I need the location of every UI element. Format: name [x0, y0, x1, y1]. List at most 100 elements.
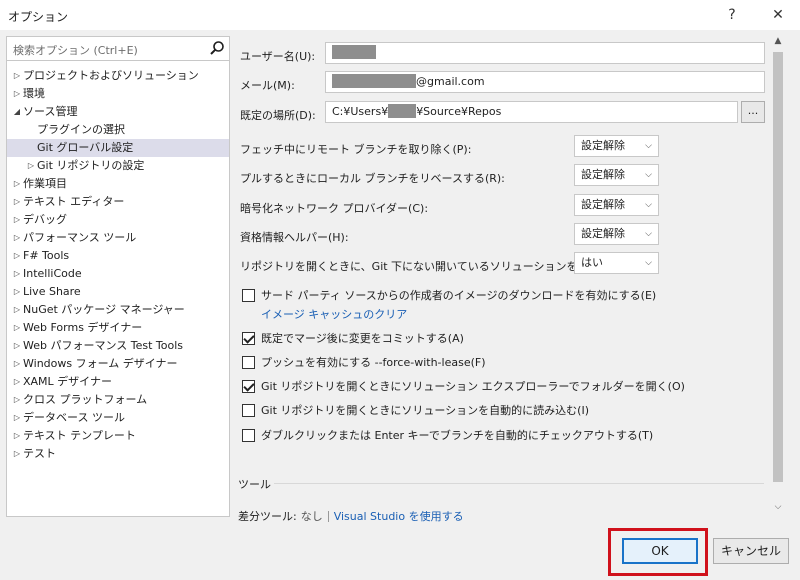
expand-arrow-icon[interactable]: ▷ — [11, 85, 23, 103]
username-field[interactable] — [325, 42, 765, 64]
expand-arrow-icon[interactable]: ▷ — [11, 373, 23, 391]
vertical-scrollbar[interactable]: ▲ ⌵ — [770, 36, 786, 522]
expand-arrow-icon[interactable]: ▷ — [11, 337, 23, 355]
tree-item[interactable]: プラグインの選択 — [7, 121, 229, 139]
rebase-dropdown[interactable]: 設定解除 ⌵ — [574, 164, 659, 186]
tree-item[interactable]: ▷ 作業項目 — [7, 175, 229, 193]
expand-arrow-icon[interactable]: ▷ — [25, 157, 37, 175]
expand-arrow-icon[interactable]: ▷ — [11, 445, 23, 463]
search-box[interactable]: 検索オプション (Ctrl+E) — [7, 37, 229, 61]
tree-item[interactable]: ▷ データベース ツール — [7, 409, 229, 427]
redacted-username — [332, 45, 376, 59]
tree-item[interactable]: ▷ NuGet パッケージ マネージャー — [7, 301, 229, 319]
close-solution-dropdown[interactable]: はい ⌵ — [574, 252, 659, 274]
title-bar: オプション ? ✕ — [0, 0, 800, 30]
tree-item[interactable]: ▷ テキスト エディター — [7, 193, 229, 211]
expand-arrow-icon[interactable]: ▷ — [11, 355, 23, 373]
close-button[interactable]: ✕ — [766, 4, 790, 26]
tree-item[interactable]: ▷ Web パフォーマンス Test Tools — [7, 337, 229, 355]
tree-item[interactable]: ▷ Live Share — [7, 283, 229, 301]
scroll-up-icon[interactable]: ▲ — [770, 36, 786, 50]
tree-item[interactable]: ▷ 環境 — [7, 85, 229, 103]
tree-item-label: IntelliCode — [23, 267, 82, 280]
tree-item[interactable]: ▷ Web Forms デザイナー — [7, 319, 229, 337]
checkbox-auto-load-solution[interactable]: Git リポジトリを開くときにソリューションを自動的に読み込む(I) — [242, 403, 589, 421]
tree-item-label: Live Share — [23, 285, 81, 298]
tree-item[interactable]: ▷ IntelliCode — [7, 265, 229, 283]
tree-item[interactable]: ▷ パフォーマンス ツール — [7, 229, 229, 247]
expand-arrow-icon[interactable]: ▷ — [11, 247, 23, 265]
credential-helper-dropdown[interactable]: 設定解除 ⌵ — [574, 223, 659, 245]
expand-arrow-icon[interactable]: ▷ — [11, 175, 23, 193]
checkbox-auto-checkout-branch[interactable]: ダブルクリックまたは Enter キーでブランチを自動的にチェックアウトする(T… — [242, 428, 653, 446]
prune-dropdown[interactable]: 設定解除 ⌵ — [574, 135, 659, 157]
tree-item[interactable]: ▷ テキスト テンプレート — [7, 427, 229, 445]
close-solution-label: リポジトリを開くときに、Git 下にない開いているソリューションを閉じる(L): — [240, 260, 629, 273]
tree-item[interactable]: ◢ ソース管理 — [7, 103, 229, 121]
expand-arrow-icon[interactable]: ▷ — [11, 211, 23, 229]
expand-arrow-icon[interactable]: ▷ — [11, 319, 23, 337]
tree-item-label: 環境 — [23, 87, 45, 100]
tree-item[interactable]: ▷ デバッグ — [7, 211, 229, 229]
expanded-arrow-icon[interactable]: ◢ — [11, 103, 23, 121]
tree-item[interactable]: ▷ XAML デザイナー — [7, 373, 229, 391]
expand-arrow-icon[interactable]: ▷ — [11, 427, 23, 445]
expand-arrow-icon[interactable]: ▷ — [11, 67, 23, 85]
tree-item-label: 作業項目 — [23, 177, 67, 190]
checkbox-force-with-lease[interactable]: プッシュを有効にする --force-with-lease(F) — [242, 355, 486, 373]
ok-button[interactable]: OK — [622, 538, 698, 564]
location-suffix: ¥Source¥Repos — [416, 105, 502, 118]
expand-arrow-icon[interactable]: ▷ — [11, 283, 23, 301]
tree-item-label: データベース ツール — [23, 411, 125, 424]
expand-arrow-icon[interactable]: ▷ — [11, 193, 23, 211]
tools-section-title: ツール — [238, 478, 271, 491]
tree-item[interactable]: ▷ Windows フォーム デザイナー — [7, 355, 229, 373]
options-tree: ▷ プロジェクトおよびソリューション ▷ 環境 ◢ ソース管理 プラグインの選択 Git グロ… — [7, 67, 229, 463]
search-icon[interactable] — [209, 40, 225, 56]
clear-image-cache-link[interactable]: イメージ キャッシュのクリア — [261, 306, 407, 322]
browse-button[interactable]: ... — [741, 101, 765, 123]
checkbox-box[interactable] — [242, 379, 255, 393]
chevron-down-icon: ⌵ — [645, 258, 652, 268]
rebase-value: 設定解除 — [581, 168, 625, 181]
help-button[interactable]: ? — [720, 4, 744, 26]
expand-arrow-icon[interactable]: ▷ — [11, 409, 23, 427]
expand-arrow-icon[interactable]: ▷ — [11, 229, 23, 247]
tree-item-label: Git グローバル設定 — [37, 141, 134, 154]
crypto-provider-dropdown[interactable]: 設定解除 ⌵ — [574, 194, 659, 216]
checkbox-box[interactable] — [242, 428, 255, 442]
chevron-down-icon: ⌵ — [645, 141, 652, 151]
tree-item-label: プロジェクトおよびソリューション — [23, 69, 199, 82]
default-location-field[interactable]: C:¥Users¥ ¥Source¥Repos — [325, 101, 738, 123]
checkbox-box[interactable] — [242, 355, 255, 369]
tree-item[interactable]: ▷ F# Tools — [7, 247, 229, 265]
checkbox-box[interactable] — [242, 288, 255, 302]
section-divider — [274, 483, 764, 484]
email-domain: @gmail.com — [416, 75, 485, 88]
cancel-button[interactable]: キャンセル — [713, 538, 789, 564]
chevron-down-icon: ⌵ — [645, 170, 652, 180]
checkbox-open-folder-in-explorer[interactable]: Git リポジトリを開くときにソリューション エクスプローラーでフォルダーを開く… — [242, 379, 685, 397]
tree-item[interactable]: ▷ クロス プラットフォーム — [7, 391, 229, 409]
tree-item-label: F# Tools — [23, 249, 70, 262]
email-label: メール(M): — [240, 79, 295, 92]
tree-item[interactable]: ▷ Git リポジトリの設定 — [7, 157, 229, 175]
checkbox-download-author-images[interactable]: サード パーティ ソースからの作成者のイメージのダウンロードを有効にする(E) — [242, 288, 656, 306]
tree-item[interactable]: ▷ テスト — [7, 445, 229, 463]
tree-item-label: テスト — [23, 447, 56, 460]
tree-item[interactable]: Git グローバル設定 — [7, 139, 229, 157]
email-field[interactable]: @gmail.com — [325, 71, 765, 93]
tree-item-label: テキスト エディター — [23, 195, 125, 208]
expand-arrow-icon[interactable]: ▷ — [11, 301, 23, 319]
checkbox-commit-after-merge[interactable]: 既定でマージ後に変更をコミットする(A) — [242, 331, 464, 349]
tree-item-label: Web Forms デザイナー — [23, 321, 143, 334]
expand-arrow-icon[interactable]: ▷ — [11, 265, 23, 283]
location-prefix: C:¥Users¥ — [332, 105, 389, 118]
scroll-thumb[interactable] — [773, 52, 783, 482]
checkbox-box[interactable] — [242, 403, 255, 417]
checkbox-box[interactable] — [242, 331, 255, 345]
scroll-down-icon[interactable]: ⌵ — [770, 502, 786, 516]
expand-arrow-icon[interactable]: ▷ — [11, 391, 23, 409]
tree-item[interactable]: ▷ プロジェクトおよびソリューション — [7, 67, 229, 85]
tree-item-label: テキスト テンプレート — [23, 429, 136, 442]
